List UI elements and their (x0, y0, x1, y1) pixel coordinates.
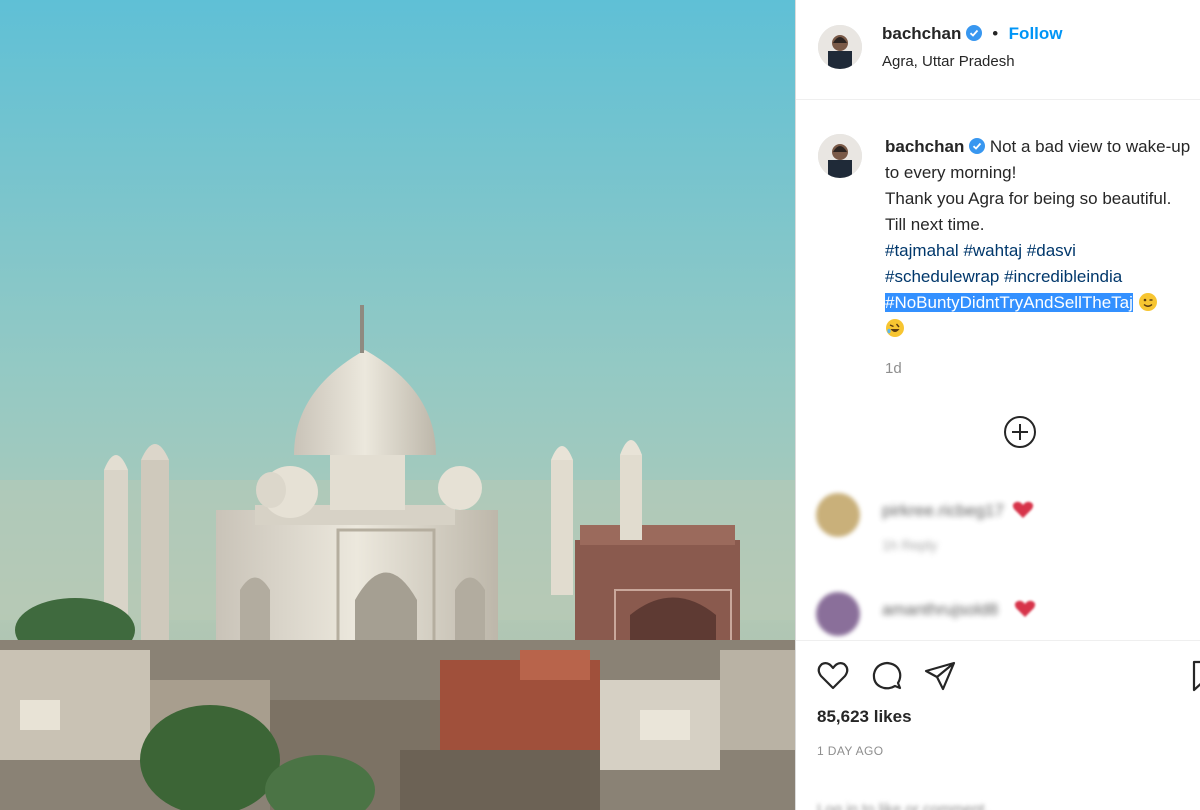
rolling-laughing-emoji-icon (885, 318, 905, 338)
caption-text-line2: Thank you Agra for being so beautiful. (885, 189, 1172, 208)
heart-icon[interactable] (1014, 600, 1036, 618)
commenter-avatar[interactable] (816, 493, 860, 537)
caption-hashtags-row1: #tajmahal #wahtaj #dasvi (885, 238, 1200, 264)
hashtag-link[interactable]: #dasvi (1027, 241, 1076, 260)
login-to-comment-text[interactable]: Log in to like or comment. (817, 801, 989, 810)
caption-emoji-row (885, 316, 1200, 342)
post-caption: bachchan Not a bad view to wake-up to ev… (885, 134, 1200, 342)
hashtag-link[interactable]: #incredibleindia (1004, 267, 1122, 286)
paper-plane-icon[interactable] (923, 659, 957, 693)
heart-icon[interactable] (1012, 501, 1034, 519)
post-side-panel: bachchan • Follow Agra, Uttar Pradesh ba… (795, 0, 1200, 810)
heart-icon[interactable] (816, 659, 850, 693)
separator-dot: • (992, 24, 999, 43)
bookmark-icon[interactable] (1188, 659, 1200, 693)
post-photo[interactable] (0, 0, 795, 810)
comment-item: pirkree.ricbeg17 1h Reply (816, 493, 1200, 553)
verified-badge-icon (965, 25, 982, 41)
caption-username[interactable]: bachchan (885, 137, 964, 156)
hashtag-link[interactable]: #schedulewrap (885, 267, 999, 286)
hashtag-link[interactable]: #tajmahal (885, 241, 959, 260)
hashtag-link[interactable]: #wahtaj (963, 241, 1022, 260)
caption-hashtags-row2: #schedulewrap #incredibleindia (885, 264, 1200, 290)
comment-meta: 1h Reply (882, 537, 938, 553)
post-date[interactable]: 1 DAY AGO (817, 744, 884, 758)
comment-icon[interactable] (870, 659, 904, 693)
author-avatar[interactable] (818, 25, 862, 69)
winking-face-emoji-icon (1138, 292, 1158, 312)
author-line: bachchan • Follow (882, 24, 1063, 44)
post-actions: 85,623 likes 1 DAY AGO Log in to like or… (796, 640, 1200, 810)
post-header: bachchan • Follow Agra, Uttar Pradesh (796, 0, 1200, 100)
author-username[interactable]: bachchan (882, 24, 961, 43)
follow-button[interactable]: Follow (1009, 24, 1063, 43)
caption-timestamp[interactable]: 1d (885, 360, 902, 377)
likes-count[interactable]: 85,623 likes (817, 707, 912, 727)
comment-username[interactable]: pirkree.ricbeg17 (882, 501, 1004, 521)
post-location[interactable]: Agra, Uttar Pradesh (882, 53, 1015, 70)
plus-circle-icon[interactable] (1003, 415, 1037, 449)
verified-badge-icon (969, 136, 986, 154)
caption-hashtags-row3: #NoBuntyDidntTryAndSellTheTaj (885, 290, 1200, 316)
commenter-avatar[interactable] (816, 592, 860, 636)
caption-text-line3: Till next time. (885, 215, 985, 234)
caption-avatar[interactable] (818, 134, 862, 178)
hashtag-link-selected[interactable]: #NoBuntyDidntTryAndSellTheTaj (885, 293, 1133, 312)
comment-username[interactable]: amanthrujsold8 (882, 600, 998, 620)
